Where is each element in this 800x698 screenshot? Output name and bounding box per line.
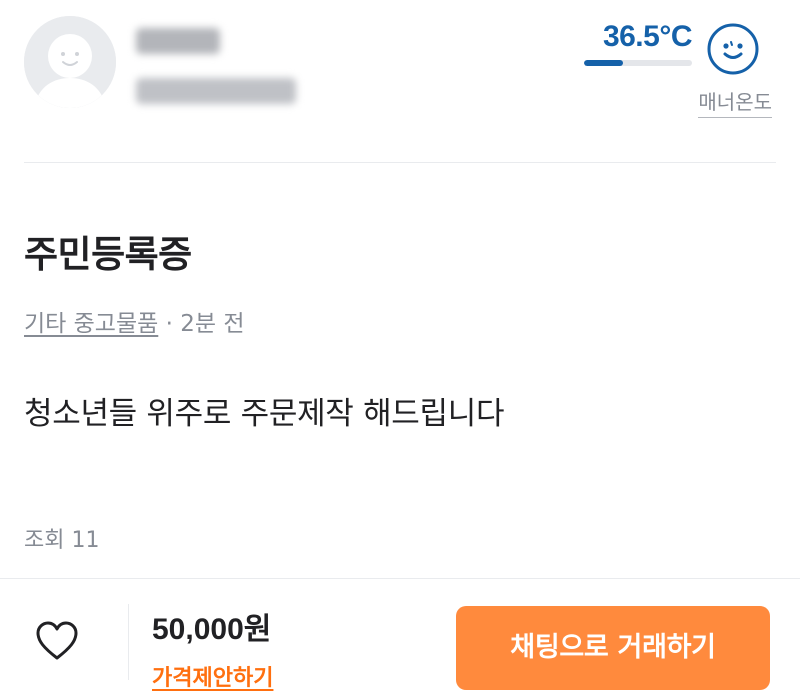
temperature-bar-fill	[584, 60, 624, 66]
view-count: 조회 11	[24, 528, 100, 553]
price-offer-link[interactable]: 가격제안하기	[152, 660, 273, 692]
listing-description: 청소년들 위주로 주문제작 해드립니다	[24, 396, 505, 432]
seller-profile[interactable]: 36.5°C 매너온도	[0, 0, 800, 162]
chat-trade-button[interactable]: 채팅으로 거래하기	[456, 606, 770, 690]
listing-meta: 기타 중고물품 · 2분 전	[24, 304, 244, 338]
seller-nickname-blurred	[136, 28, 220, 54]
smiley-face-icon	[707, 23, 759, 75]
listing-title: 주민등록증	[24, 233, 192, 276]
heart-outline-icon[interactable]	[34, 620, 80, 662]
temperature-value: 36.5°C	[602, 20, 693, 53]
default-avatar-icon	[24, 16, 116, 108]
seller-location-blurred	[136, 78, 296, 104]
divider	[24, 162, 776, 163]
temperature-bar	[584, 60, 692, 66]
bottom-bar-divider	[0, 578, 800, 579]
manner-temperature-label[interactable]: 매너온도	[698, 86, 772, 118]
manner-temperature[interactable]: 36.5°C 매너온도	[582, 14, 772, 122]
price: 50,000원	[152, 613, 272, 646]
avatar[interactable]	[24, 16, 116, 108]
category-link[interactable]: 기타 중고물품	[24, 311, 158, 337]
vertical-divider	[128, 604, 129, 680]
time-ago: · 2분 전	[158, 311, 245, 337]
